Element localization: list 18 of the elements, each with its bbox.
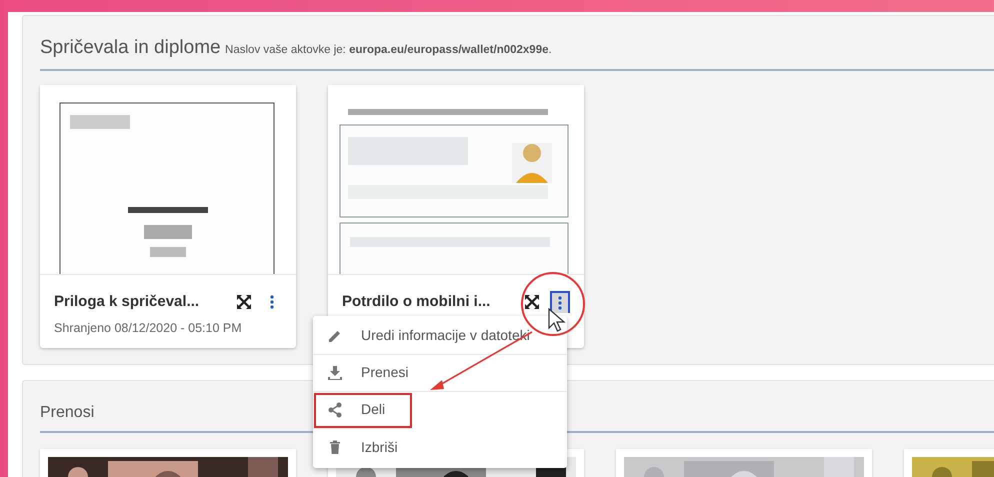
section-title: Spričevala in diplome <box>40 37 221 58</box>
menu-item[interactable]: Izbriši <box>313 428 567 466</box>
download-icon <box>327 364 343 380</box>
kebab-icon <box>270 294 274 309</box>
kebab-icon <box>558 296 562 310</box>
expand-icon <box>524 294 540 310</box>
section-title: Prenosi <box>40 403 94 423</box>
trash-icon <box>327 439 343 455</box>
document-title: Priloga k spričeval... <box>54 292 200 312</box>
saved-date-text: Shranjeno 08/12/2020 - 05:10 PM <box>54 320 243 337</box>
menu-item[interactable]: Uredi informacije v datoteki <box>313 318 567 354</box>
more-options-button[interactable] <box>550 290 570 313</box>
share-icon <box>327 402 343 418</box>
menu-item[interactable]: Prenesi <box>313 354 567 392</box>
wallet-address-text: Naslov vaše aktovke je: europa.eu/europass/wallet/n002x99e. <box>225 44 552 56</box>
expand-icon <box>236 294 252 310</box>
document-title: Potrdilo o mobilni i... <box>342 292 490 312</box>
menu-item[interactable]: Deli <box>313 392 413 428</box>
